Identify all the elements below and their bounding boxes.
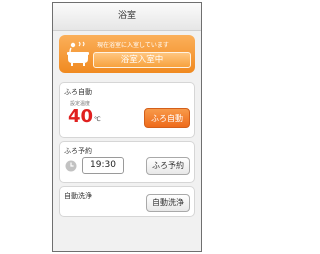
top-bar: 浴室	[53, 3, 201, 31]
auto-wash-card: 自動洗浄 自動洗浄	[59, 186, 195, 217]
occupancy-banner: 現在浴室に入室しています 浴室入室中	[59, 35, 195, 73]
auto-bath-title: ふろ自動	[64, 88, 92, 96]
reservation-time-input[interactable]: 19:30	[82, 157, 124, 174]
banner-message: 現在浴室に入室しています	[97, 42, 169, 49]
clock-icon	[65, 160, 77, 172]
temperature-value: 40	[68, 106, 94, 127]
bath-reservation-title: ふろ予約	[64, 147, 92, 155]
auto-bath-button[interactable]: ふろ自動	[144, 108, 190, 128]
temperature-unit: ℃	[94, 116, 101, 123]
auto-wash-title: 自動洗浄	[64, 192, 92, 200]
auto-wash-button[interactable]: 自動洗浄	[146, 194, 190, 212]
page-title: 浴室	[117, 11, 136, 21]
occupancy-status-badge: 浴室入室中	[93, 52, 191, 68]
phone-frame: 浴室 現在浴室に入室しています 浴室入室中 ふろ自動 設定温度 40 ℃ ふろ自…	[52, 2, 202, 252]
auto-bath-card: ふろ自動 設定温度 40 ℃ ふろ自動	[59, 82, 195, 138]
bathtub-icon	[67, 41, 89, 66]
bath-reservation-button[interactable]: ふろ予約	[146, 157, 190, 175]
bath-reservation-card: ふろ予約 19:30 ふろ予約	[59, 141, 195, 183]
